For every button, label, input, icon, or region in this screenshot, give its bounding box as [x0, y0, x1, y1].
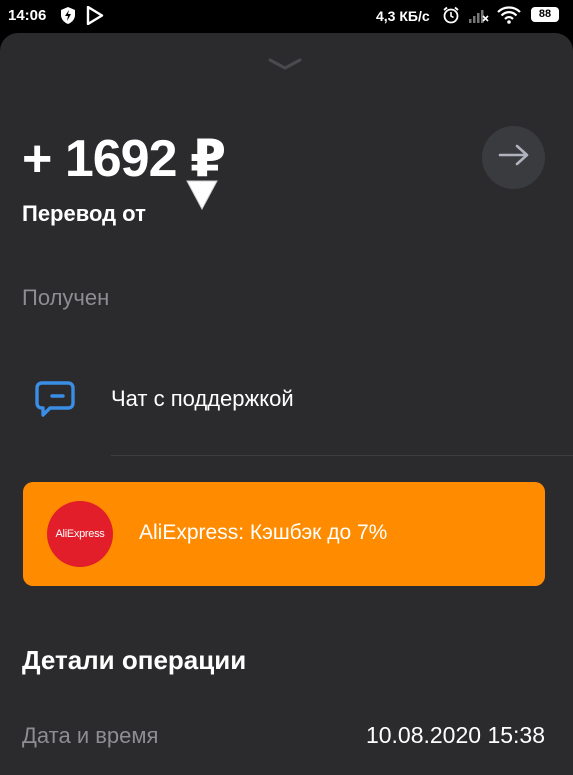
aliexpress-logo: AliExpress [47, 501, 113, 567]
status-time: 14:06 [8, 7, 47, 24]
operation-status: Получен [22, 285, 110, 310]
wifi-icon [497, 6, 521, 28]
chat-icon [34, 380, 76, 425]
no-signal-icon [467, 6, 489, 28]
shield-icon [60, 6, 76, 29]
support-chat-label: Чат с поддержкой [111, 386, 294, 411]
network-speed: 4,3 КБ/с [376, 8, 430, 24]
datetime-label: Дата и время [22, 723, 159, 748]
aliexpress-logo-text: AliExpress [55, 528, 105, 540]
details-section-title: Детали операции [22, 645, 247, 675]
operation-title: Перевод от [22, 201, 146, 226]
promo-text: AliExpress: Кэшбэк до 7% [139, 521, 388, 544]
support-chat-row[interactable]: Чат с поддержкой [0, 356, 573, 456]
divider [111, 455, 573, 456]
arrow-right-icon [498, 143, 530, 172]
cashback-promo-banner[interactable]: AliExpress AliExpress: Кэшбэк до 7% [23, 482, 545, 586]
open-details-button[interactable] [482, 126, 545, 189]
cursor-pointer-icon [186, 180, 218, 215]
datetime-value: 10.08.2020 15:38 [365, 722, 545, 748]
operation-sheet: + 1692 ₽ Перевод от Получен Чат с поддер… [0, 33, 573, 775]
play-store-icon [86, 5, 104, 29]
chevron-down-icon[interactable] [268, 57, 302, 76]
battery-icon: 88 [531, 7, 559, 22]
status-bar: 14:06 4,3 КБ/с 88 [0, 0, 573, 32]
alarm-icon [442, 6, 460, 28]
